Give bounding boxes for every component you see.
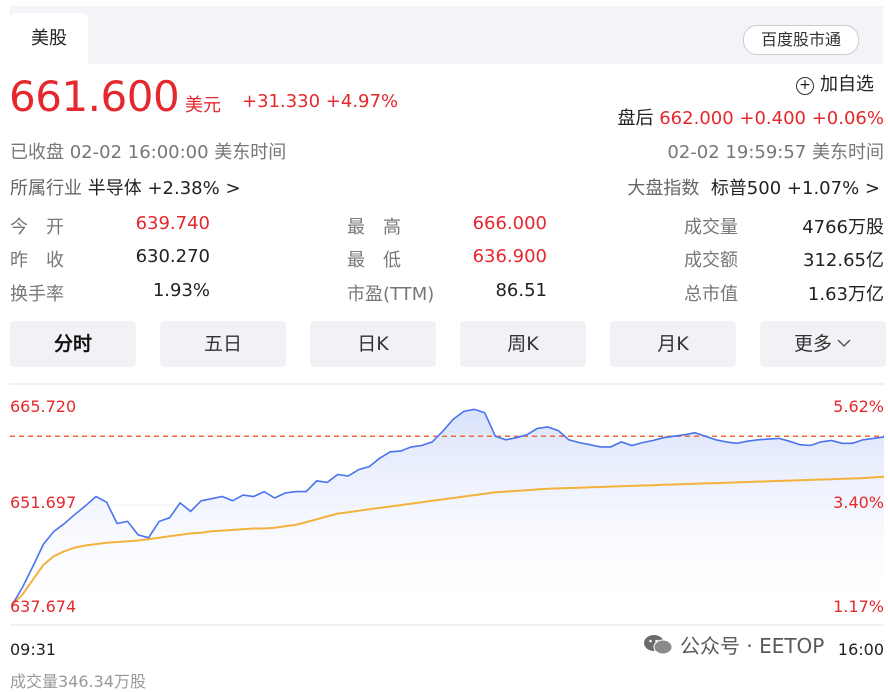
after-hours-value: 662.000 +0.400 +0.06% <box>659 108 884 129</box>
y-tick-left: 665.720 <box>10 397 77 416</box>
index-name: 标普500 <box>710 178 782 199</box>
y-tick-right: 3.40% <box>833 493 884 512</box>
stat-value: 630.270 <box>135 246 210 267</box>
baidu-stock-button[interactable]: 百度股市通 <box>743 25 859 55</box>
stat-label: 市盈(TTM) <box>347 284 435 305</box>
chevron-down-icon <box>837 339 851 348</box>
add-watchlist-button[interactable]: + 加自选 <box>796 70 874 96</box>
wechat-icon <box>644 635 673 655</box>
market-status: 已收盘 02-02 16:00:00 美东时间 <box>10 142 287 163</box>
stat-value: 1.63万亿 <box>807 284 884 305</box>
stat-value: 312.65亿 <box>803 250 884 271</box>
tab-daily-k[interactable]: 日K <box>310 321 436 367</box>
industry-link[interactable]: 所属行业 半导体 +2.38% > <box>10 174 241 200</box>
price-change: +31.330 +4.97% <box>242 91 399 112</box>
stat-value: 639.740 <box>135 213 210 234</box>
tab-intraday[interactable]: 分时 <box>10 321 136 367</box>
tab-five-day[interactable]: 五日 <box>160 321 286 367</box>
plus-circle-icon: + <box>796 77 814 95</box>
index-label: 大盘指数 <box>627 178 700 199</box>
currency-label: 美元 <box>185 95 221 116</box>
stat-label: 成交量 <box>684 217 738 238</box>
tab-more-label: 更多 <box>793 333 832 355</box>
chevron-right-icon: > <box>225 178 241 199</box>
industry-change: +2.38% <box>147 178 220 199</box>
y-tick-left: 637.674 <box>10 597 77 616</box>
after-hours-time: 02-02 19:59:57 美东时间 <box>667 142 884 163</box>
tab-more[interactable]: 更多 <box>760 321 886 367</box>
stat-value: 636.900 <box>472 246 547 267</box>
stat-value: 4766万股 <box>802 217 884 238</box>
y-tick-left: 651.697 <box>10 493 77 512</box>
watermark-text: 公众号 · EETOP <box>680 634 825 658</box>
chevron-right-icon: > <box>864 178 880 199</box>
stat-label: 总市值 <box>684 284 738 305</box>
stat-label: 最 低 <box>347 250 401 271</box>
x-tick-start: 09:31 <box>10 640 57 659</box>
price-area-fill <box>12 409 884 606</box>
industry-name: 半导体 <box>87 178 142 199</box>
current-price: 661.600 <box>9 72 180 121</box>
index-link[interactable]: 大盘指数 标普500 +1.07% > <box>627 174 880 200</box>
volume-label-cut: 成交量346.34万股 <box>10 672 146 691</box>
after-hours-quote: 盘后 662.000 +0.400 +0.06% <box>618 104 885 130</box>
tab-us-stocks[interactable]: 美股 <box>10 13 88 64</box>
stat-value: 86.51 <box>495 280 547 301</box>
stat-label: 成交额 <box>684 250 738 271</box>
stat-label: 换手率 <box>10 284 64 305</box>
stat-value: 666.000 <box>472 213 547 234</box>
industry-label: 所属行业 <box>10 178 82 199</box>
tab-monthly-k[interactable]: 月K <box>610 321 736 367</box>
stat-label: 昨 收 <box>10 250 64 271</box>
add-watchlist-label: 加自选 <box>820 74 874 95</box>
stat-label: 最 高 <box>347 217 401 238</box>
after-hours-label: 盘后 <box>617 108 654 129</box>
tab-weekly-k[interactable]: 周K <box>460 321 586 367</box>
stat-label: 今 开 <box>10 217 64 238</box>
x-tick-end: 16:00 <box>837 640 884 659</box>
index-change: +1.07% <box>786 178 860 199</box>
y-tick-right: 5.62% <box>833 397 884 416</box>
y-tick-right: 1.17% <box>833 597 884 616</box>
stat-value: 1.93% <box>152 280 210 301</box>
